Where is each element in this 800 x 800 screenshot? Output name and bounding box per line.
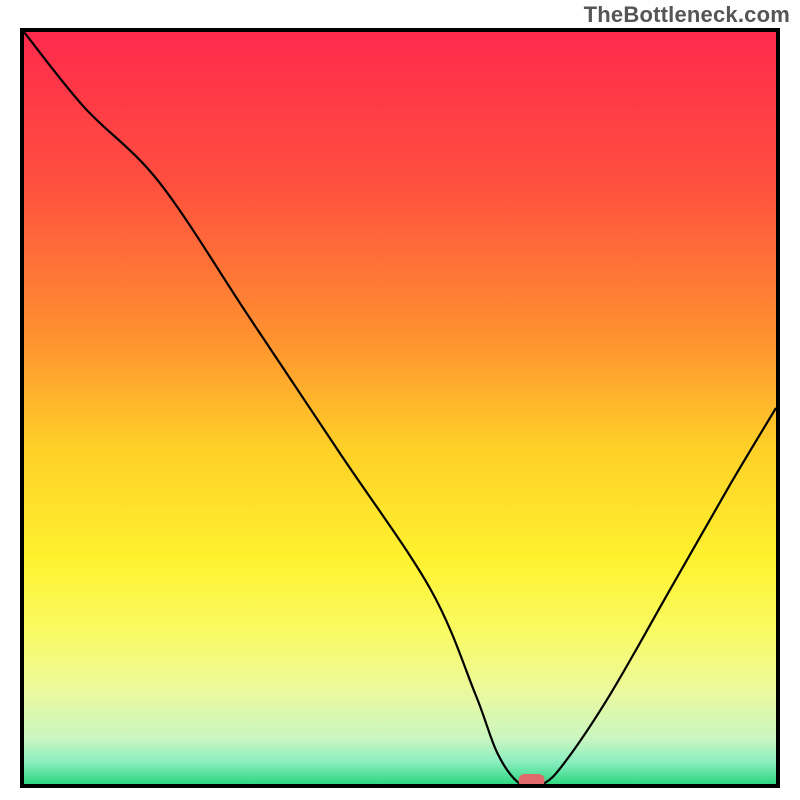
bottleneck-curve-line [24,32,776,784]
chart-frame: TheBottleneck.com [0,0,800,800]
optimal-marker [519,774,545,784]
curve-layer [24,32,776,784]
plot-area [20,28,780,788]
watermark-text: TheBottleneck.com [584,2,790,28]
